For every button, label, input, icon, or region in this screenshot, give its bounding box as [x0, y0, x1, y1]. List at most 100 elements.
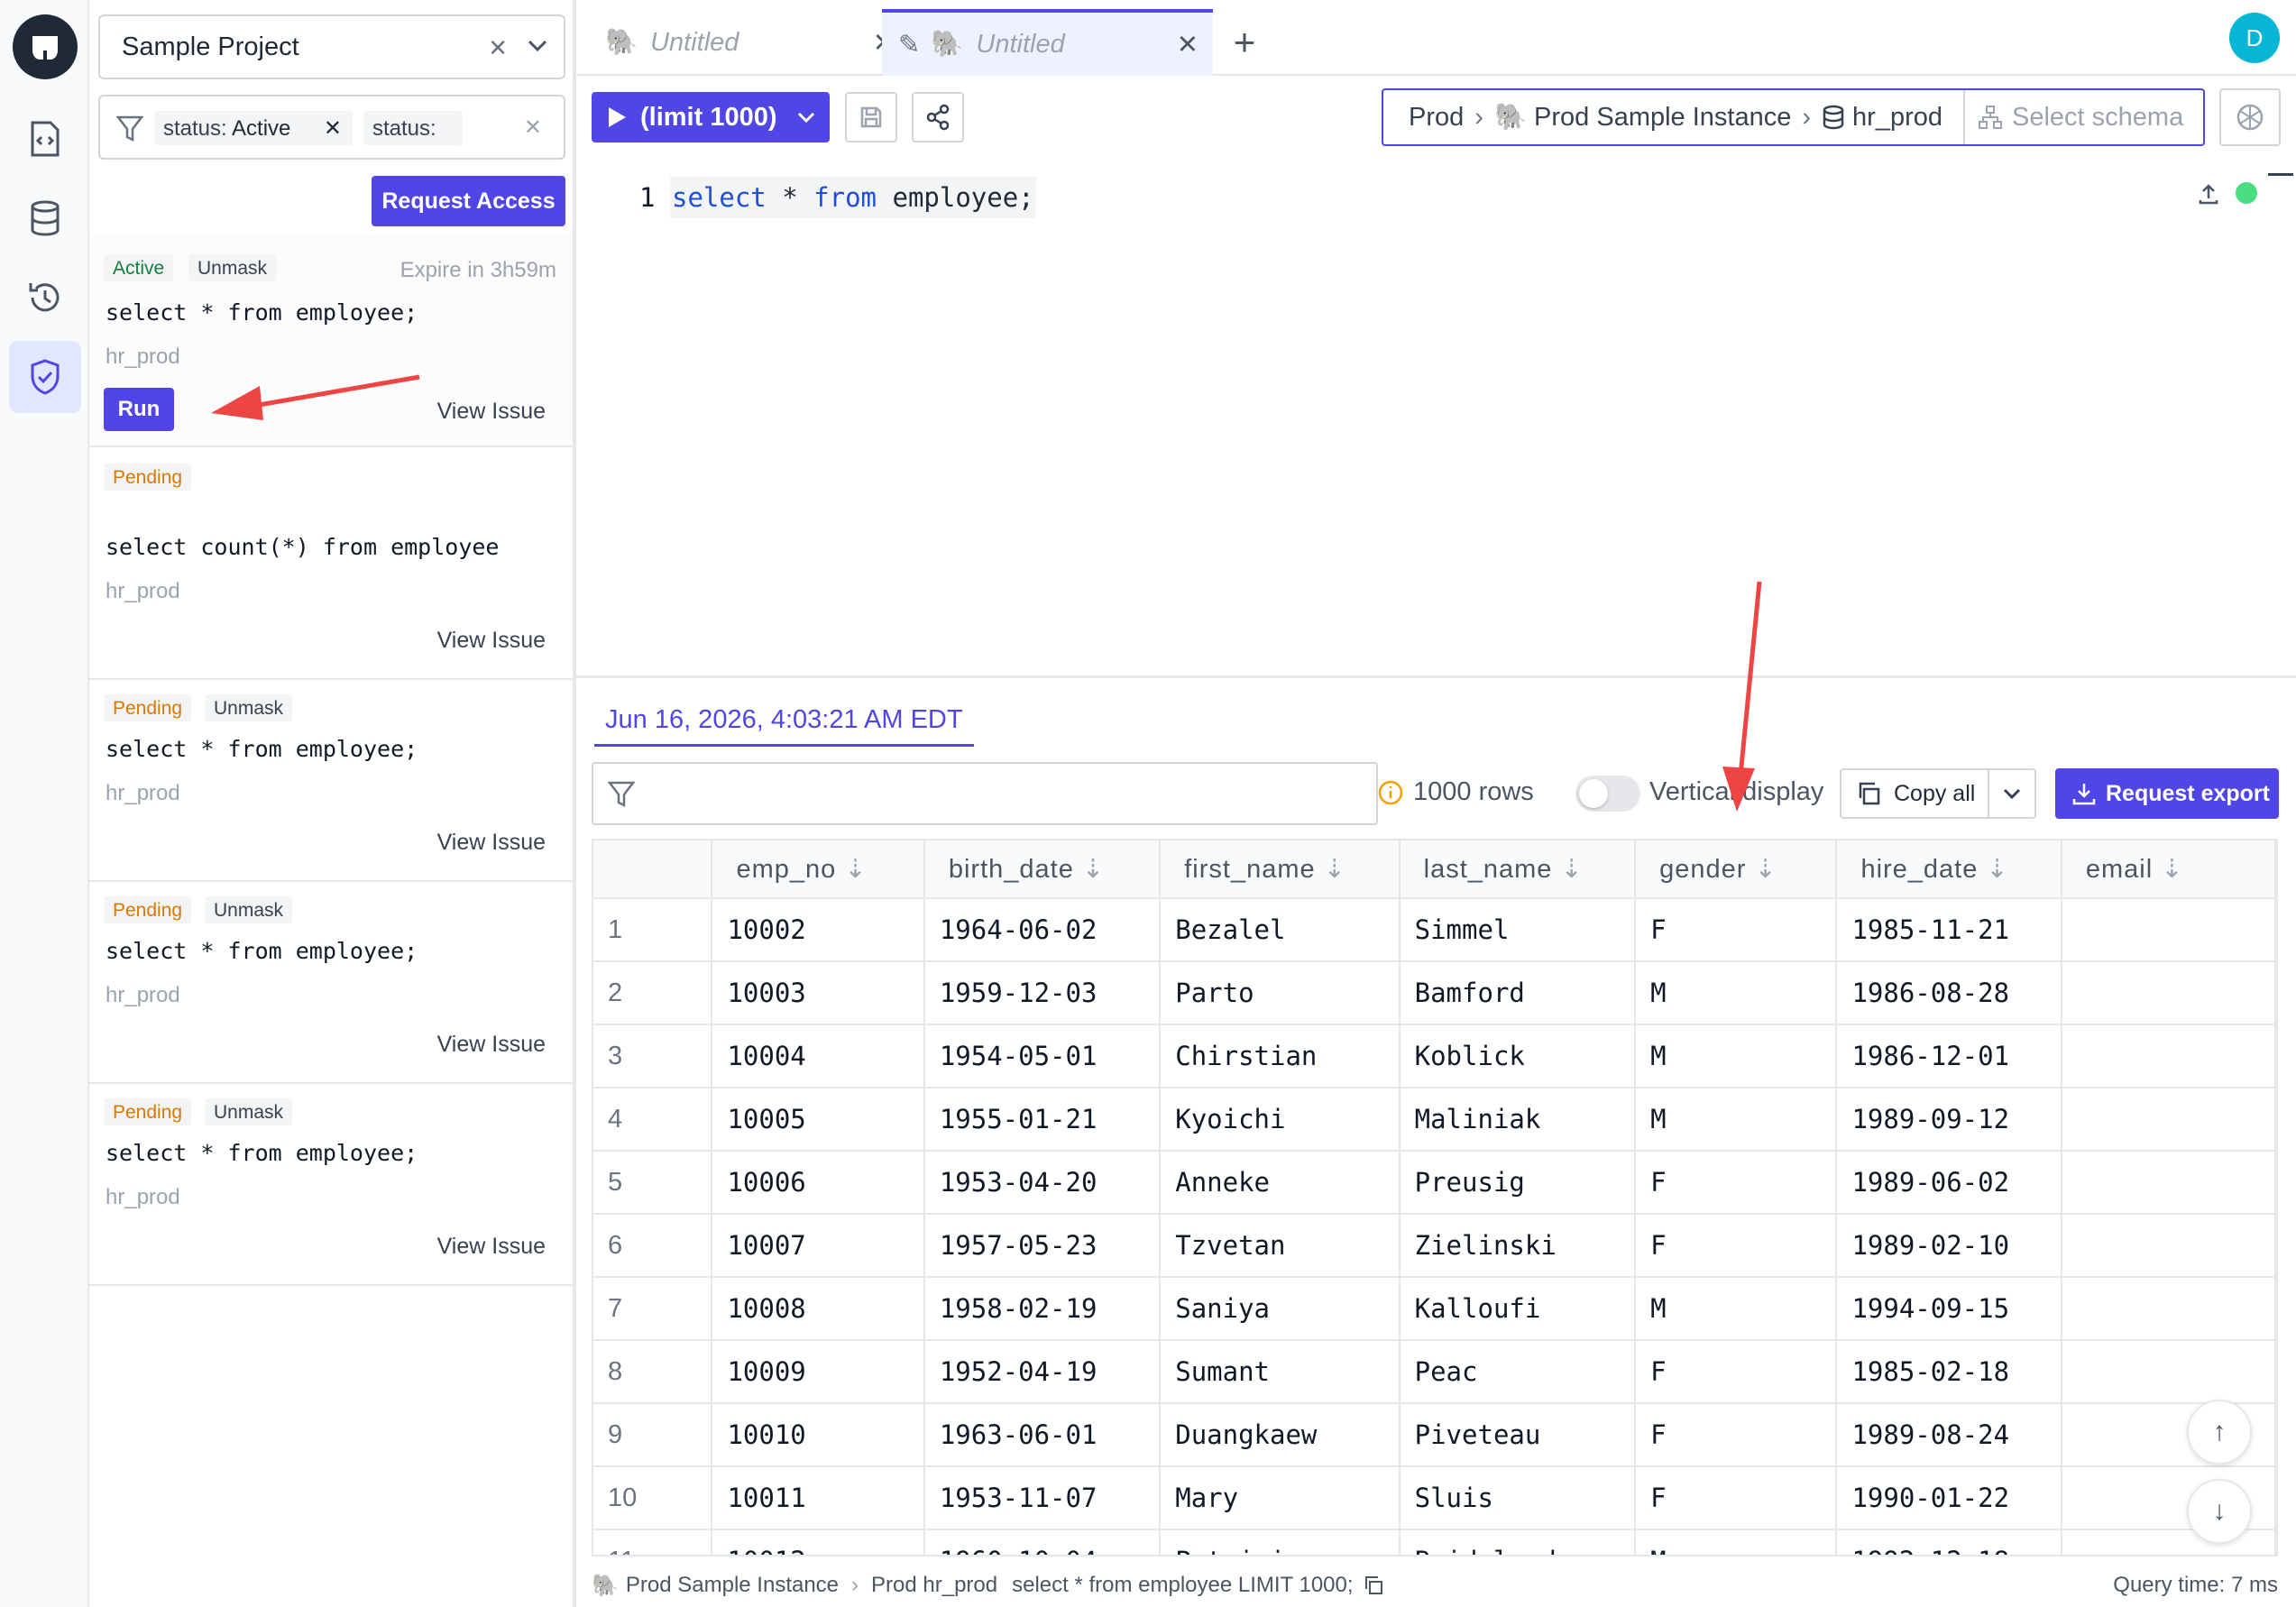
connection-breadcrumb[interactable]: Prod › 🐘 Prod Sample Instance › hr_prod … — [1382, 88, 2205, 146]
table-cell[interactable]: Kalloufi — [1399, 1277, 1637, 1341]
logo-icon[interactable] — [13, 14, 78, 79]
upload-icon[interactable] — [2198, 182, 2219, 206]
table-cell[interactable]: 1994-09-15 — [1836, 1277, 2062, 1341]
column-header-last-name[interactable]: last_name ⇣ — [1399, 840, 1637, 899]
table-row[interactable]: 5 10006 1953-04-20 Anneke Preusig F 1989-06-02 — [593, 1151, 2276, 1215]
table-cell[interactable]: F — [1635, 1151, 1838, 1215]
table-cell[interactable]: Maliniak — [1399, 1088, 1637, 1152]
table-cell[interactable]: Anneke — [1160, 1151, 1401, 1215]
table-cell[interactable]: 10007 — [712, 1214, 925, 1278]
table-cell[interactable]: Kyoichi — [1160, 1088, 1401, 1152]
table-cell[interactable]: F — [1635, 898, 1838, 962]
sort-icon[interactable]: ⇣ — [1552, 855, 1583, 884]
table-cell[interactable]: 1953-04-20 — [923, 1151, 1162, 1215]
table-cell[interactable]: Bezalel — [1160, 898, 1401, 962]
sort-icon[interactable]: ⇣ — [1978, 855, 2008, 884]
table-cell[interactable]: M — [1635, 961, 1838, 1025]
clear-icon[interactable]: ✕ — [488, 34, 508, 62]
table-cell[interactable]: 1989-09-12 — [1836, 1088, 2062, 1152]
project-select[interactable]: Sample Project ✕ — [98, 14, 565, 79]
filter-chip-status[interactable]: status: — [363, 111, 463, 145]
table-cell[interactable]: Koblick — [1399, 1024, 1637, 1088]
sort-icon[interactable]: ⇣ — [836, 855, 867, 884]
sql-code[interactable]: select * from employee; — [670, 177, 1036, 218]
table-cell[interactable]: 10009 — [712, 1340, 925, 1404]
table-row[interactable]: 7 10008 1958-02-19 Saniya Kalloufi M 1994-09-1… — [593, 1277, 2276, 1341]
copy-all-button[interactable]: Copy all — [1840, 768, 2036, 819]
table-cell[interactable]: Chirstian — [1160, 1024, 1401, 1088]
column-header-gender[interactable]: gender ⇣ — [1635, 840, 1838, 899]
table-cell[interactable] — [2061, 1214, 2276, 1278]
table-row[interactable]: 2 10003 1959-12-03 Parto Bamford M 1986-08-28 — [593, 961, 2276, 1025]
view-issue-link[interactable]: View Issue — [437, 399, 546, 425]
share-button[interactable] — [912, 92, 964, 142]
table-row[interactable]: 3 10004 1954-05-01 Chirstian Koblick M 1986-12… — [593, 1024, 2276, 1088]
table-cell[interactable]: 1953-11-07 — [923, 1466, 1162, 1530]
table-cell[interactable]: 1964-06-02 — [923, 898, 1162, 962]
tab-untitled-2[interactable]: ✎ 🐘 Untitled ✕ — [882, 9, 1213, 76]
table-cell[interactable]: 10004 — [712, 1024, 925, 1088]
schema-select[interactable]: Select schema — [1963, 90, 2205, 144]
copy-icon[interactable] — [1363, 1575, 1384, 1596]
access-shield-icon[interactable] — [9, 341, 81, 413]
table-cell[interactable]: Peac — [1399, 1340, 1637, 1404]
table-cell[interactable]: 10006 — [712, 1151, 925, 1215]
table-cell[interactable]: 1959-12-03 — [923, 961, 1162, 1025]
filter-chip-active[interactable]: status: Active ✕ — [154, 111, 353, 145]
table-cell[interactable]: Tzvetan — [1160, 1214, 1401, 1278]
table-cell[interactable] — [2061, 1024, 2276, 1088]
table-cell[interactable] — [2061, 1088, 2276, 1152]
table-cell[interactable]: 1957-05-23 — [923, 1214, 1162, 1278]
table-cell[interactable]: 10011 — [712, 1466, 925, 1530]
worksheet-icon[interactable] — [9, 103, 81, 175]
table-row[interactable]: 9 10010 1963-06-01 Duangkaew Piveteau F 1989-0… — [593, 1403, 2276, 1467]
column-header-emp-no[interactable]: emp_no ⇣ — [712, 840, 925, 899]
database-icon[interactable] — [9, 182, 81, 254]
table-cell[interactable]: Patricio — [1160, 1529, 1401, 1555]
table-cell[interactable]: Mary — [1160, 1466, 1401, 1530]
table-cell[interactable]: Sluis — [1399, 1466, 1637, 1530]
tab-untitled-1[interactable]: 🐘 Untitled ✕ — [589, 9, 909, 76]
view-issue-link[interactable]: View Issue — [437, 1032, 546, 1058]
table-cell[interactable] — [2061, 961, 2276, 1025]
vertical-display-toggle[interactable] — [1575, 776, 1640, 812]
save-button[interactable] — [845, 92, 897, 142]
view-issue-link[interactable]: View Issue — [437, 830, 546, 856]
sort-icon[interactable]: ⇣ — [1746, 855, 1777, 884]
table-cell[interactable] — [2061, 898, 2276, 962]
sort-icon[interactable]: ⇣ — [2153, 855, 2183, 884]
table-cell[interactable]: Parto — [1160, 961, 1401, 1025]
add-tab-icon[interactable]: + — [1217, 9, 1272, 76]
request-access-button[interactable]: Request Access — [372, 176, 565, 226]
result-filter-input[interactable] — [592, 762, 1378, 825]
column-header-birth-date[interactable]: birth_date ⇣ — [923, 840, 1162, 899]
table-row[interactable]: 1 10002 1964-06-02 Bezalel Simmel F 1985-11-21 — [593, 898, 2276, 962]
table-cell[interactable]: 1952-04-19 — [923, 1340, 1162, 1404]
table-cell[interactable]: 10010 — [712, 1403, 925, 1467]
table-cell[interactable]: 1989-02-10 — [1836, 1214, 2062, 1278]
scroll-up-button[interactable]: ↑ — [2187, 1400, 2252, 1465]
table-cell[interactable]: 1960-10-04 — [923, 1529, 1162, 1555]
table-cell[interactable] — [2061, 1340, 2276, 1404]
table-cell[interactable]: 1985-11-21 — [1836, 898, 2062, 962]
table-cell[interactable]: 1958-02-19 — [923, 1277, 1162, 1341]
table-row[interactable]: 4 10005 1955-01-21 Kyoichi Maliniak M 1989-09-… — [593, 1088, 2276, 1152]
sort-icon[interactable]: ⇣ — [1316, 855, 1346, 884]
view-issue-link[interactable]: View Issue — [437, 1234, 546, 1260]
table-cell[interactable]: 1989-08-24 — [1836, 1403, 2062, 1467]
ai-assistant-button[interactable] — [2219, 88, 2281, 146]
table-cell[interactable]: Sumant — [1160, 1340, 1401, 1404]
run-query-button[interactable]: (limit 1000) — [592, 92, 830, 142]
table-cell[interactable] — [2061, 1529, 2276, 1555]
run-button[interactable]: Run — [104, 388, 174, 431]
chevron-down-icon[interactable] — [797, 112, 815, 123]
table-cell[interactable]: 1963-06-01 — [923, 1403, 1162, 1467]
table-cell[interactable]: 1986-12-01 — [1836, 1024, 2062, 1088]
table-cell[interactable] — [2061, 1151, 2276, 1215]
table-cell[interactable]: F — [1635, 1403, 1838, 1467]
table-cell[interactable]: M — [1635, 1277, 1838, 1341]
table-row[interactable]: 11100121960-10-04PatricioBridglandM1992-… — [593, 1529, 2276, 1555]
sort-icon[interactable]: ⇣ — [1074, 855, 1105, 884]
table-cell[interactable]: 10008 — [712, 1277, 925, 1341]
table-cell[interactable]: Duangkaew — [1160, 1403, 1401, 1467]
